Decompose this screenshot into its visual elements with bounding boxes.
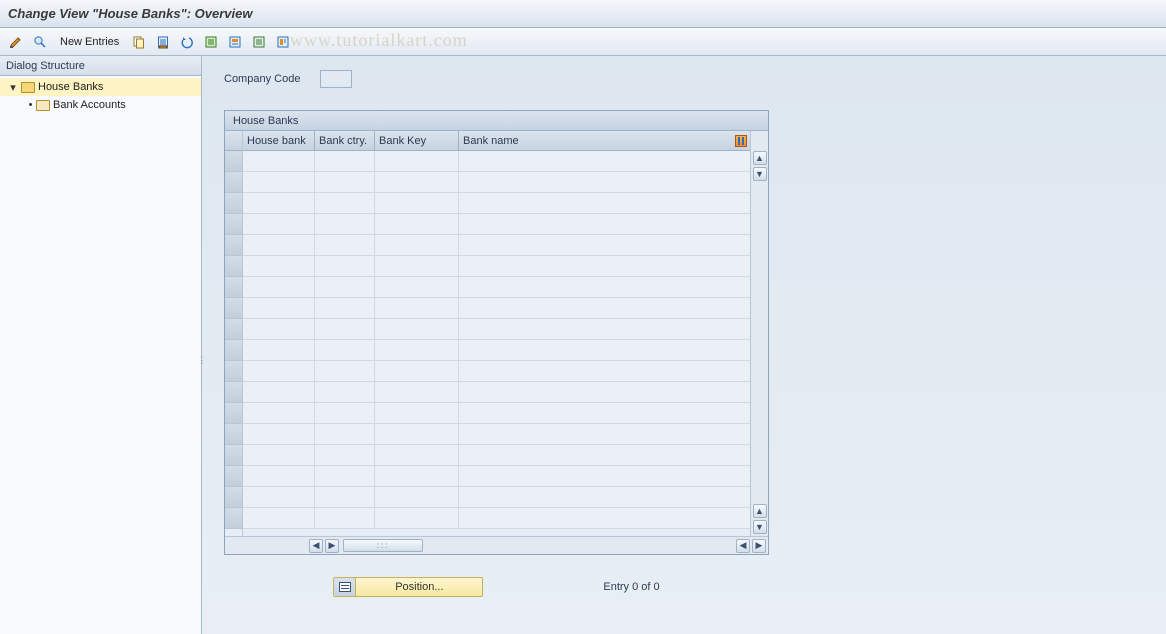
horizontal-scrollbar: ◀ ▶ ::: ◀ ▶ <box>225 536 768 554</box>
copy-as-button[interactable] <box>129 32 149 52</box>
row-selector[interactable] <box>225 424 242 445</box>
scroll-up-step-button[interactable]: ▲ <box>753 504 767 518</box>
row-selector[interactable] <box>225 193 242 214</box>
select-all-button[interactable] <box>201 32 221 52</box>
grid-rows <box>243 151 750 536</box>
col-header-bank-name[interactable]: Bank name <box>459 131 732 151</box>
col-header-bank-key[interactable]: Bank Key <box>375 131 459 151</box>
new-entries-label: New Entries <box>60 36 119 48</box>
toggle-display-change-button[interactable] <box>6 32 26 52</box>
col-header-house-bank[interactable]: House bank <box>243 131 315 151</box>
row-selector[interactable] <box>225 340 242 361</box>
undo-change-button[interactable] <box>177 32 197 52</box>
table-row[interactable] <box>243 361 750 382</box>
col-header-bank-ctry[interactable]: Bank ctry. <box>315 131 375 151</box>
row-selector[interactable] <box>225 235 242 256</box>
grid-body: House bank Bank ctry. Bank Key Bank name <box>243 131 750 536</box>
scroll-down-step-button[interactable]: ▼ <box>753 167 767 181</box>
folder-closed-icon <box>36 100 50 111</box>
table-row[interactable] <box>243 151 750 172</box>
table-row[interactable] <box>243 445 750 466</box>
table-row[interactable] <box>243 193 750 214</box>
row-selector[interactable] <box>225 466 242 487</box>
body-area: Dialog Structure ▾ House Banks • Bank Ac… <box>0 56 1166 634</box>
scroll-right-step-button[interactable]: ▶ <box>325 539 339 553</box>
delete-button[interactable] <box>153 32 173 52</box>
company-code-field-row: Company Code <box>224 70 1152 88</box>
tree-item-house-banks[interactable]: ▾ House Banks <box>0 78 201 96</box>
tree-bullet-icon: • <box>28 99 33 111</box>
entry-status: Entry 0 of 0 <box>603 581 659 593</box>
table-row[interactable] <box>243 298 750 319</box>
table-row[interactable] <box>243 277 750 298</box>
table-row[interactable] <box>243 403 750 424</box>
grid-header-row: House bank Bank ctry. Bank Key Bank name <box>243 131 750 151</box>
row-selector[interactable] <box>225 319 242 340</box>
sidebar-header: Dialog Structure <box>0 56 201 76</box>
row-selector[interactable] <box>225 382 242 403</box>
row-selector[interactable] <box>225 151 242 172</box>
company-code-input[interactable] <box>320 70 352 88</box>
select-block-button[interactable] <box>225 32 245 52</box>
scroll-right-button[interactable]: ▶ <box>752 539 766 553</box>
tree-item-label: Bank Accounts <box>53 99 126 111</box>
row-selector-header[interactable] <box>225 131 242 151</box>
row-selector-column <box>225 131 243 536</box>
table-panel-title: House Banks <box>225 111 768 131</box>
print-preview-button[interactable] <box>273 32 293 52</box>
scroll-left-step-button[interactable]: ◀ <box>736 539 750 553</box>
table-row[interactable] <box>243 424 750 445</box>
main-content: Company Code House Banks <box>202 56 1166 634</box>
row-selector[interactable] <box>225 403 242 424</box>
table-row[interactable] <box>243 319 750 340</box>
table-row[interactable] <box>243 172 750 193</box>
position-icon <box>339 582 351 592</box>
dialog-structure-sidebar: Dialog Structure ▾ House Banks • Bank Ac… <box>0 56 202 634</box>
scroll-up-button[interactable]: ▲ <box>753 151 767 165</box>
page-title-bar: Change View "House Banks": Overview <box>0 0 1166 28</box>
scroll-left-button[interactable]: ◀ <box>309 539 323 553</box>
watermark-text: www.tutorialkart.com <box>290 30 468 51</box>
row-selector[interactable] <box>225 256 242 277</box>
table-row[interactable] <box>243 487 750 508</box>
row-selector[interactable] <box>225 172 242 193</box>
new-entries-button[interactable]: New Entries <box>54 32 125 52</box>
tree-item-label: House Banks <box>38 81 103 93</box>
hscroll-thumb[interactable]: ::: <box>343 539 423 552</box>
position-button-label: Position... <box>356 581 482 593</box>
table-row[interactable] <box>243 340 750 361</box>
footer-row: Position... Entry 0 of 0 <box>224 577 769 597</box>
house-banks-table-panel: House Banks <box>224 110 769 555</box>
table-config-button[interactable] <box>732 131 750 151</box>
scroll-down-button[interactable]: ▼ <box>753 520 767 534</box>
row-selector[interactable] <box>225 508 242 529</box>
vertical-scrollbar: ▲ ▼ ▲ ▼ <box>750 131 768 536</box>
tree-collapse-icon[interactable]: ▾ <box>8 81 18 94</box>
find-button[interactable] <box>30 32 50 52</box>
dialog-structure-tree: ▾ House Banks • Bank Accounts <box>0 76 201 634</box>
position-button[interactable]: Position... <box>333 577 483 597</box>
tree-item-bank-accounts[interactable]: • Bank Accounts <box>0 96 201 114</box>
page-title: Change View "House Banks": Overview <box>8 6 252 21</box>
company-code-label: Company Code <box>224 73 300 85</box>
application-toolbar: New Entries www.tutorialkart.com <box>0 28 1166 56</box>
row-selector[interactable] <box>225 361 242 382</box>
table-row[interactable] <box>243 235 750 256</box>
table-row[interactable] <box>243 382 750 403</box>
table-row[interactable] <box>243 466 750 487</box>
row-selector[interactable] <box>225 445 242 466</box>
table-row[interactable] <box>243 214 750 235</box>
row-selector[interactable] <box>225 298 242 319</box>
deselect-all-button[interactable] <box>249 32 269 52</box>
table-grid: House bank Bank ctry. Bank Key Bank name <box>225 131 768 536</box>
table-row[interactable] <box>243 256 750 277</box>
folder-open-icon <box>21 82 35 93</box>
row-selector[interactable] <box>225 277 242 298</box>
table-config-icon <box>735 135 747 147</box>
table-row[interactable] <box>243 508 750 529</box>
row-selector[interactable] <box>225 214 242 235</box>
row-selector[interactable] <box>225 487 242 508</box>
